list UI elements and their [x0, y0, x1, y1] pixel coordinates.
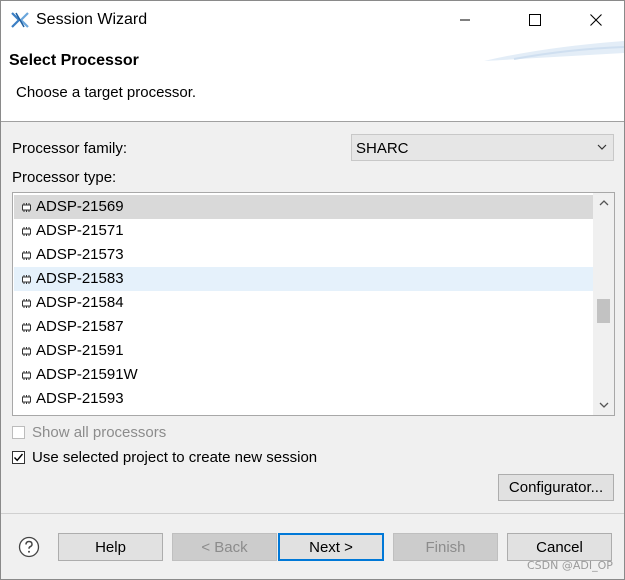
chip-icon: [22, 203, 31, 212]
processor-list-item[interactable]: ADSP-21587: [14, 315, 593, 339]
processor-name: ADSP-21571: [36, 222, 124, 239]
processor-list-item[interactable]: ADSP-21593: [14, 387, 593, 411]
processor-name: ADSP-21573: [36, 246, 124, 263]
chip-icon: [22, 299, 31, 308]
checkmark-icon: [13, 453, 24, 462]
chevron-down-icon: [599, 402, 608, 408]
processor-list-item[interactable]: ADSP-21591: [14, 339, 593, 363]
vertical-scrollbar[interactable]: [593, 193, 614, 415]
chip-icon: [22, 323, 31, 332]
processor-name: ADSP-21591: [36, 342, 124, 359]
processor-name: ADSP-21569: [36, 198, 124, 215]
use-selected-project-label: Use selected project to create new sessi…: [32, 449, 318, 466]
close-button[interactable]: [573, 1, 619, 39]
chip-icon: [22, 371, 31, 380]
processor-list-item[interactable]: ADSP-21571: [14, 219, 593, 243]
processor-name: ADSP-21591W: [36, 366, 138, 383]
window-title: Session Wizard: [36, 11, 148, 28]
minimize-icon: [460, 19, 470, 21]
close-icon: [590, 14, 602, 26]
processor-list-item[interactable]: ADSP-21584: [14, 291, 593, 315]
minimize-button[interactable]: [442, 1, 488, 39]
processor-name: ADSP-21584: [36, 294, 124, 311]
scroll-thumb[interactable]: [597, 299, 610, 323]
processor-family-value: SHARC: [356, 140, 409, 157]
processor-name: ADSP-21593: [36, 390, 124, 407]
maximize-icon: [529, 14, 541, 26]
chevron-up-icon: [599, 200, 608, 206]
help-icon[interactable]: [18, 536, 40, 558]
processor-name: ADSP-21583: [36, 270, 124, 287]
chip-icon: [22, 251, 31, 260]
processor-family-label: Processor family:: [12, 140, 128, 157]
processor-list-item[interactable]: ADSP-21583: [14, 267, 593, 291]
processor-type-list[interactable]: ADSP-21569 ADSP-21571 ADSP-21573 ADSP-21583…: [12, 192, 615, 416]
chip-icon: [22, 347, 31, 356]
next-button[interactable]: Next >: [278, 533, 384, 561]
processor-type-label: Processor type:: [12, 169, 117, 186]
chevron-down-icon: [597, 144, 607, 150]
show-all-processors-checkbox[interactable]: [12, 426, 25, 439]
show-all-processors-label: Show all processors: [32, 424, 167, 441]
configurator-button[interactable]: Configurator...: [498, 474, 614, 501]
chip-icon: [22, 227, 31, 236]
processor-list-item[interactable]: ADSP-21569: [14, 195, 593, 219]
page-description: Choose a target processor.: [16, 84, 197, 101]
use-selected-project-option: Use selected project to create new sessi…: [12, 449, 317, 466]
help-button[interactable]: Help: [58, 533, 163, 561]
footer-divider: [1, 513, 624, 514]
maximize-button[interactable]: [512, 1, 558, 39]
processor-family-select[interactable]: SHARC: [351, 134, 614, 161]
processor-list-item[interactable]: ADSP-21591W: [14, 363, 593, 387]
watermark-text: CSDN @ADI_OP: [527, 559, 613, 572]
chip-icon: [22, 395, 31, 404]
cancel-button[interactable]: Cancel: [507, 533, 612, 561]
wizard-header: Select Processor Choose a target process…: [1, 39, 624, 122]
scroll-down-button[interactable]: [593, 395, 614, 415]
processor-name: ADSP-21587: [36, 318, 124, 335]
page-title: Select Processor: [9, 52, 139, 69]
session-wizard-window: Session Wizard Select Processor Choose a…: [0, 0, 625, 580]
title-bar[interactable]: Session Wizard: [1, 1, 624, 39]
back-button[interactable]: < Back: [172, 533, 277, 561]
app-logo-icon: [11, 12, 29, 28]
finish-button[interactable]: Finish: [393, 533, 498, 561]
use-selected-project-checkbox[interactable]: [12, 451, 25, 464]
show-all-processors-option: Show all processors: [12, 424, 166, 441]
scroll-up-button[interactable]: [593, 193, 614, 213]
processor-list-item[interactable]: ADSP-21573: [14, 243, 593, 267]
chip-icon: [22, 275, 31, 284]
header-banner-art: [484, 41, 624, 61]
